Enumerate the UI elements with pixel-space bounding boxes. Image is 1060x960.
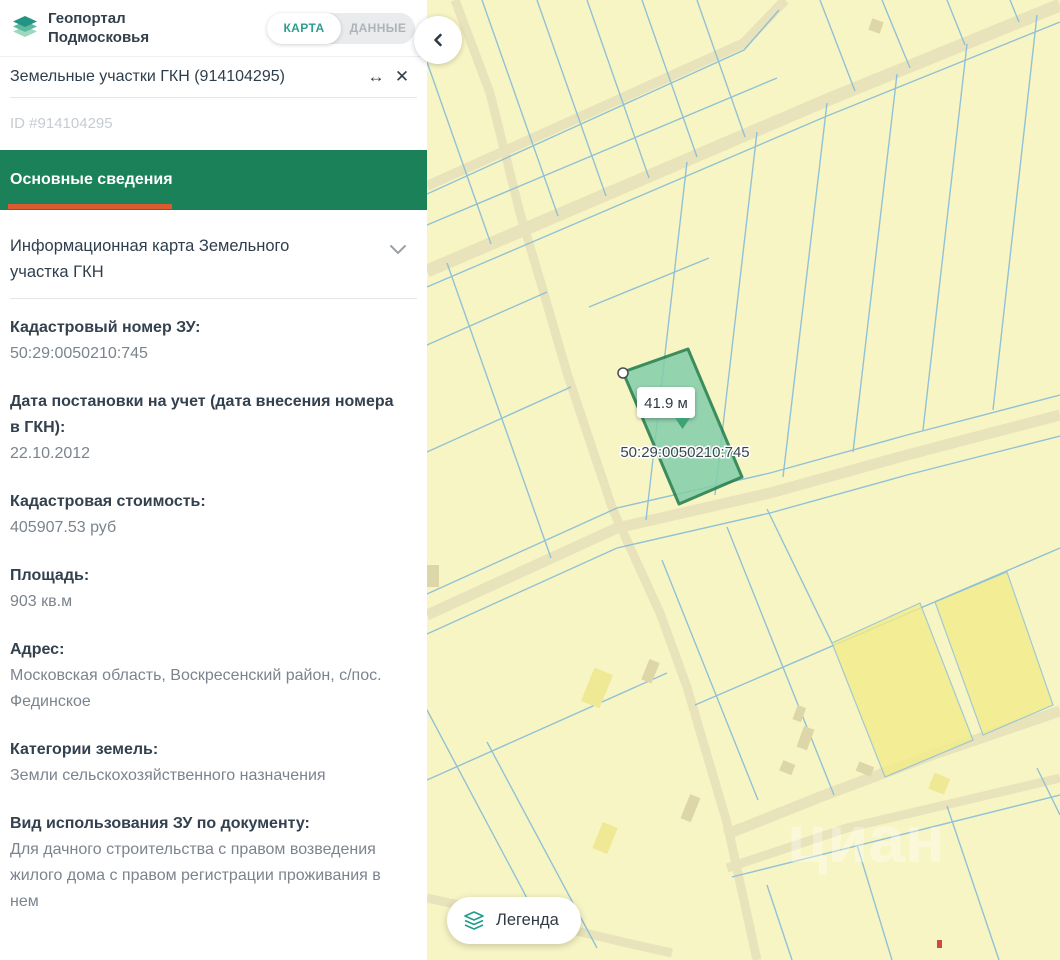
field-cadastral-value: Кадастровая стоимость: 405907.53 руб [10, 489, 397, 541]
map-marker-dot [937, 940, 942, 948]
field-value: Московская область, Воскресенский район,… [10, 663, 397, 715]
measurement-value: 41.9 м [644, 395, 688, 412]
field-permitted-use: Вид использования ЗУ по документу: Для д… [10, 811, 397, 915]
card-header[interactable]: Информационная карта Земельного участка … [0, 210, 427, 298]
layers-logo-icon [10, 14, 40, 42]
field-cadastral-number: Кадастровый номер ЗУ: 50:29:0050210:745 [10, 315, 397, 367]
field-label: Категории земель: [10, 737, 397, 763]
map-canvas[interactable]: циан 50:29:0050210:745 41.9 м Легенда [427, 0, 1060, 960]
info-panel: Геопортал Подмосковья КАРТА ДАННЫЕ Земел… [0, 0, 427, 960]
field-address: Адрес: Московская область, Воскресенский… [10, 637, 397, 715]
vertex-marker [618, 368, 628, 378]
toggle-map-button[interactable]: КАРТА [267, 13, 341, 44]
field-label: Дата постановки на учет (дата внесения н… [10, 389, 397, 441]
collapse-panel-button[interactable] [414, 16, 462, 64]
field-value: 903 кв.м [10, 589, 397, 615]
field-label: Кадастровая стоимость: [10, 489, 397, 515]
field-value: Земли сельскохозяйственного назначения [10, 763, 397, 789]
field-land-category: Категории земель: Земли сельскохозяйстве… [10, 737, 397, 789]
legend-button[interactable]: Легенда [447, 897, 581, 944]
field-label: Адрес: [10, 637, 397, 663]
toggle-data-button[interactable]: ДАННЫЕ [341, 13, 415, 44]
watermark: циан [787, 802, 945, 876]
app-title: Геопортал Подмосковья [48, 9, 149, 47]
attribute-list: Кадастровый номер ЗУ: 50:29:0050210:745 … [0, 299, 427, 915]
card-title: Информационная карта Земельного участка … [10, 233, 332, 285]
layer-title: Земельные участки ГКН (914104295) [10, 68, 363, 86]
resize-horizontal-icon[interactable]: ↔ [363, 64, 389, 90]
close-icon[interactable]: ✕ [389, 64, 415, 90]
field-label: Площадь: [10, 563, 397, 589]
field-label: Кадастровый номер ЗУ: [10, 315, 397, 341]
chevron-down-icon[interactable] [389, 244, 407, 255]
active-tab-underline [8, 204, 172, 209]
map-render: циан 50:29:0050210:745 41.9 м [427, 0, 1060, 960]
layer-title-row: Земельные участки ГКН (914104295) ↔ ✕ [0, 57, 427, 97]
field-value: 405907.53 руб [10, 515, 397, 541]
section-tab-main-info[interactable]: Основные сведения [0, 150, 427, 210]
object-id: ID #914104295 [0, 98, 427, 150]
legend-label: Легенда [496, 911, 559, 930]
parcel-number-label: 50:29:0050210:745 [620, 444, 749, 461]
field-label: Вид использования ЗУ по документу: [10, 811, 397, 837]
field-value: Для дачного строительства с правом возве… [10, 837, 397, 915]
section-tab-label: Основные сведения [10, 171, 173, 189]
app-header: Геопортал Подмосковья КАРТА ДАННЫЕ [0, 0, 427, 57]
map-data-toggle: КАРТА ДАННЫЕ [267, 13, 415, 44]
layers-icon [463, 911, 485, 931]
field-area: Площадь: 903 кв.м [10, 563, 397, 615]
chevron-left-icon [430, 32, 446, 48]
field-value: 50:29:0050210:745 [10, 341, 397, 367]
field-value: 22.10.2012 [10, 441, 397, 467]
field-registration-date: Дата постановки на учет (дата внесения н… [10, 389, 397, 467]
